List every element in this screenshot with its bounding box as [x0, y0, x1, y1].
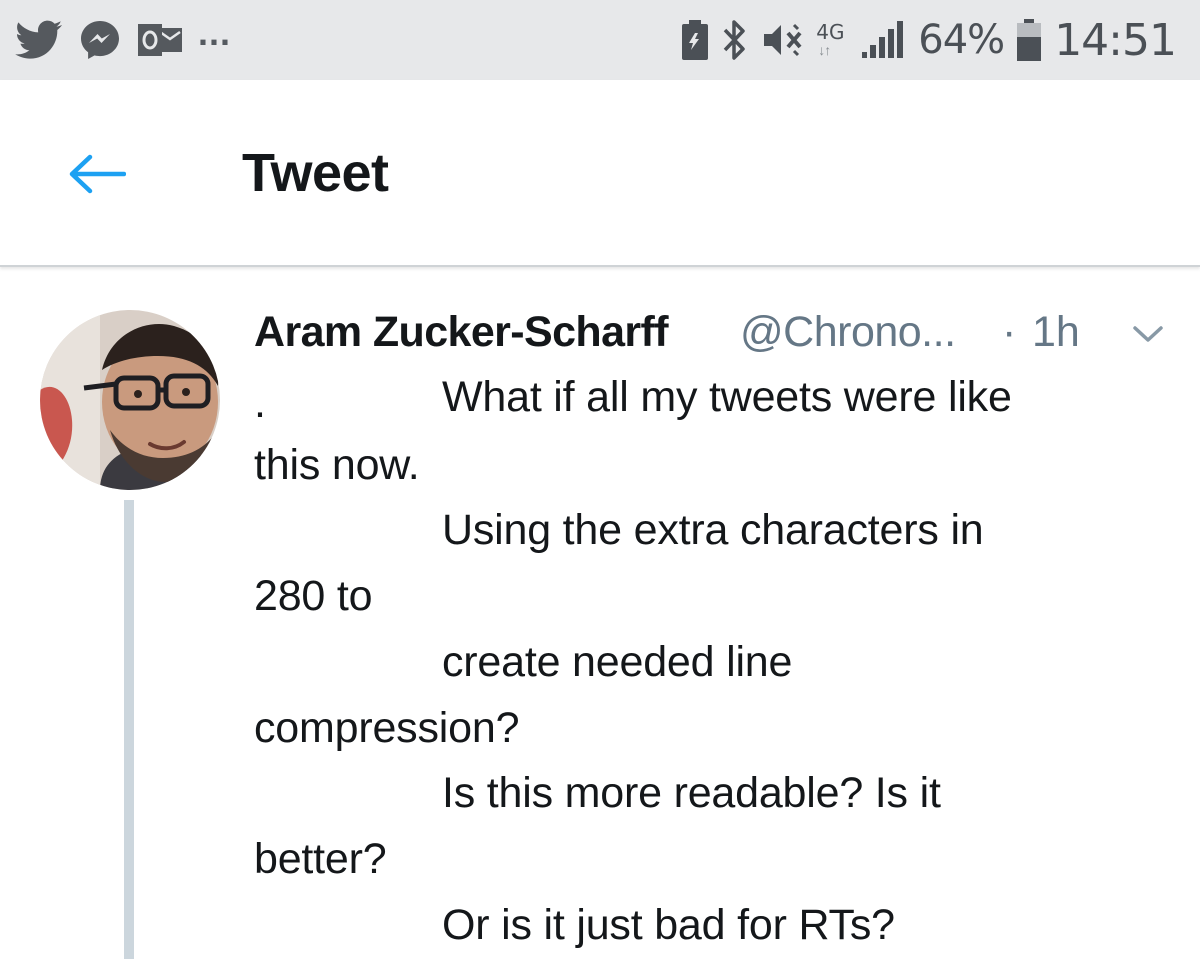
bluetooth-icon [722, 19, 748, 61]
tweet-line: better? [254, 835, 387, 883]
status-bar: ... 4G ↓↑ 64% 14:51 [0, 0, 1200, 80]
vibrate-mute-icon [760, 19, 804, 61]
signal-icon [860, 20, 906, 60]
thread-connector-line [124, 500, 134, 959]
more-notifications-indicator: ... [198, 12, 232, 53]
messenger-icon [78, 18, 122, 62]
page-title: Tweet [242, 143, 389, 203]
battery-percentage: 64% [918, 17, 1005, 63]
tweet-menu-button[interactable] [1122, 312, 1174, 356]
author-handle[interactable]: @Chrono... [740, 308, 956, 357]
outlook-icon [136, 20, 184, 60]
avatar[interactable] [40, 310, 220, 490]
network-activity-arrows: ↓↑ [818, 42, 831, 58]
twitter-icon [14, 20, 64, 60]
tweet-line: Is this more readable? Is it [442, 769, 941, 817]
tweet-line: compression? [254, 704, 520, 752]
tweet-line: 280 to [254, 572, 373, 620]
tweet-line: Using the extra characters in [442, 506, 984, 554]
battery-icon [1016, 18, 1042, 62]
network-4g-icon: 4G ↓↑ [816, 18, 848, 62]
clock: 14:51 [1054, 14, 1177, 66]
tweet-line: What if all my tweets were like [442, 373, 1012, 421]
back-arrow-icon [69, 154, 126, 194]
tweet-line: Or is it just bad for RTs? [442, 901, 895, 949]
tweet-timestamp[interactable]: 1h [1032, 308, 1080, 357]
tweet-line: . [254, 379, 266, 427]
tweet-header: Aram Zucker-Scharff @Chrono... · 1h [254, 306, 1174, 362]
chevron-down-icon [1133, 326, 1163, 342]
meta-separator: · [1002, 308, 1017, 356]
tweet-line: this now. [254, 441, 420, 489]
system-icons: 4G ↓↑ 64% 14:51 [680, 10, 1177, 70]
tweet-line: create needed line [442, 638, 793, 686]
author-name[interactable]: Aram Zucker-Scharff [254, 308, 669, 357]
notification-icons: ... [14, 12, 232, 66]
network-type-label: 4G [816, 20, 845, 44]
data-saver-icon [680, 19, 710, 61]
app-header: Tweet [0, 80, 1200, 267]
back-button[interactable] [58, 144, 134, 204]
